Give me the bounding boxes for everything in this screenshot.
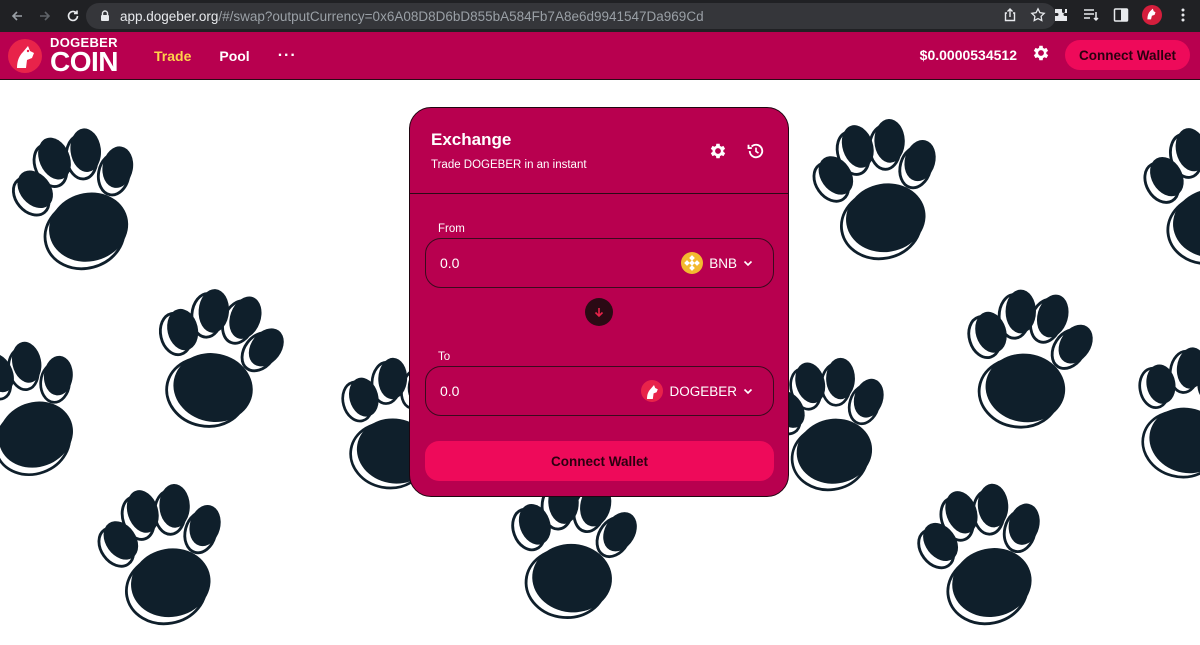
nav-trade[interactable]: Trade	[154, 48, 191, 64]
arrow-down-icon	[594, 308, 604, 318]
exchange-card-header: Exchange Trade DOGEBER in an instant	[410, 108, 788, 194]
from-token-symbol: BNB	[709, 255, 737, 271]
reading-list-icon[interactable]	[1082, 6, 1100, 24]
from-field[interactable]: 0.0 BNB	[425, 238, 774, 288]
dog-logo-icon	[8, 38, 42, 73]
kebab-menu-icon[interactable]	[1174, 6, 1192, 24]
to-token-selector[interactable]: DOGEBER	[641, 380, 753, 402]
connect-wallet-button[interactable]: Connect Wallet	[425, 441, 774, 481]
paw-icon	[950, 280, 1104, 436]
to-label: To	[438, 351, 451, 363]
url-text: app.dogeber.org/#/swap?outputCurrency=0x…	[120, 9, 704, 24]
forward-icon[interactable]	[34, 5, 56, 27]
paw-icon	[85, 474, 243, 634]
chevron-down-icon	[743, 388, 753, 395]
swap-direction-button[interactable]	[585, 298, 613, 326]
lock-icon	[101, 10, 109, 21]
more-menu-icon[interactable]: ···	[278, 47, 297, 65]
from-label: From	[438, 223, 465, 235]
to-token-symbol: DOGEBER	[669, 383, 737, 399]
paw-icon	[1113, 333, 1200, 493]
paw-icon	[0, 325, 108, 493]
nav-pool[interactable]: Pool	[219, 48, 249, 64]
url-host: app.dogeber.org	[120, 8, 219, 24]
url-path: /#/swap?outputCurrency=0x6A08D8D6bD855bA…	[218, 8, 704, 24]
logo[interactable]: DOGEBER COIN	[8, 36, 119, 77]
star-icon[interactable]	[1030, 7, 1046, 23]
chevron-down-icon	[743, 260, 753, 267]
back-icon[interactable]	[6, 5, 28, 27]
paw-icon	[136, 276, 298, 440]
paw-icon	[800, 109, 958, 269]
exchange-subtitle: Trade DOGEBER in an instant	[431, 159, 587, 171]
to-amount-input[interactable]: 0.0	[440, 383, 459, 399]
history-icon[interactable]	[746, 141, 766, 161]
exchange-title: Exchange	[431, 130, 512, 149]
from-token-selector[interactable]: BNB	[681, 252, 753, 274]
paw-icon	[0, 115, 163, 284]
share-icon[interactable]	[1002, 7, 1018, 23]
side-panel-icon[interactable]	[1112, 6, 1130, 24]
token-price: $0.0000534512	[919, 47, 1017, 63]
gear-icon[interactable]	[1031, 43, 1051, 68]
reload-icon[interactable]	[62, 5, 84, 27]
dogeber-token-icon	[641, 380, 664, 402]
logo-line2: COIN	[50, 45, 119, 77]
to-field[interactable]: 0.0 DOGEBER	[425, 366, 774, 416]
paw-icon	[903, 472, 1065, 636]
extensions-icon[interactable]	[1052, 6, 1070, 24]
gear-icon[interactable]	[708, 141, 728, 161]
connect-wallet-header-button[interactable]: Connect Wallet	[1064, 40, 1190, 70]
profile-avatar[interactable]	[1142, 5, 1162, 25]
app-header: DOGEBER COIN Trade Pool ··· $0.000053451…	[0, 32, 1200, 80]
address-bar[interactable]: app.dogeber.org/#/swap?outputCurrency=0x…	[86, 3, 1056, 29]
main-nav: Trade Pool ···	[154, 47, 297, 65]
browser-toolbar: app.dogeber.org/#/swap?outputCurrency=0x…	[0, 0, 1200, 32]
bnb-icon	[681, 252, 704, 274]
exchange-card: Exchange Trade DOGEBER in an instant Fro…	[409, 107, 789, 497]
paw-icon	[1134, 119, 1200, 269]
from-amount-input[interactable]: 0.0	[440, 255, 459, 271]
